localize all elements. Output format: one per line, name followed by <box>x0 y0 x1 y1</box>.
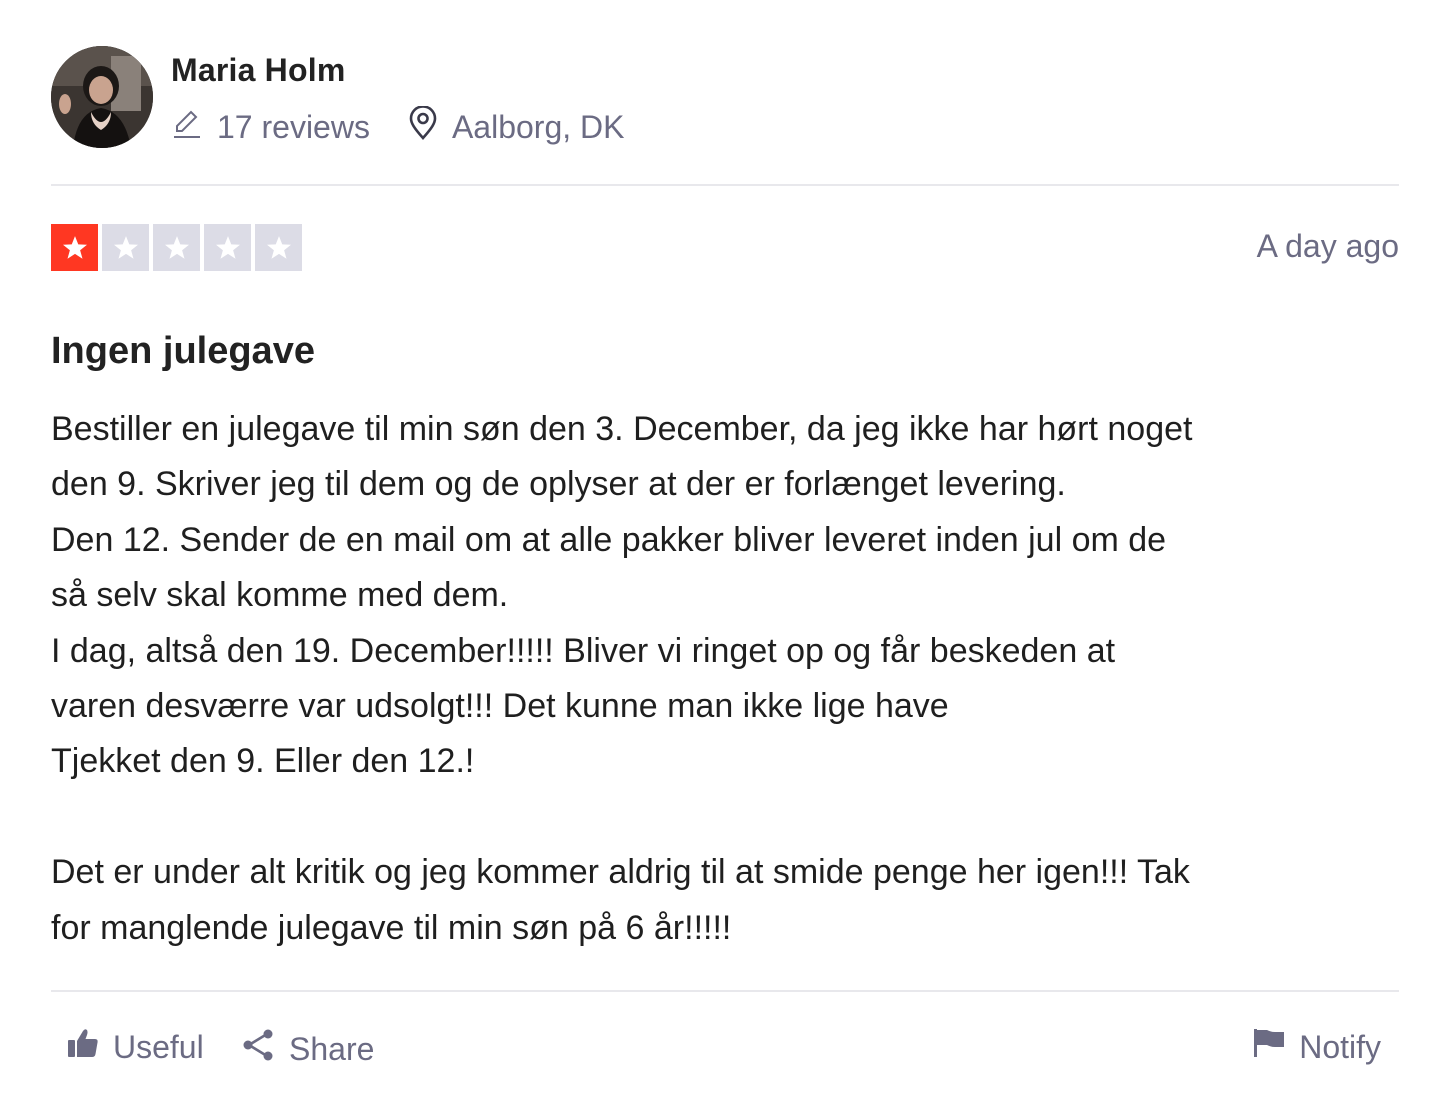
share-label: Share <box>289 1030 375 1067</box>
star-empty <box>204 224 251 271</box>
reviewer-header: Maria Holm 17 reviews Aalborg, DK <box>51 46 1399 150</box>
pencil-icon <box>171 107 203 147</box>
review-actions: Useful Share Notify <box>51 1028 1399 1078</box>
star-filled <box>51 224 98 271</box>
star-icon <box>266 235 291 259</box>
thumbs-up-icon <box>67 1028 99 1066</box>
header-divider <box>51 184 1399 186</box>
star-icon <box>164 235 189 259</box>
star-empty <box>255 224 302 271</box>
star-empty <box>153 224 200 271</box>
review-title[interactable]: Ingen julegave <box>51 330 315 373</box>
location-label: Aalborg, DK <box>451 108 625 145</box>
star-rating <box>51 224 306 271</box>
avatar[interactable] <box>51 46 153 148</box>
useful-label: Useful <box>113 1028 204 1065</box>
star-empty <box>102 224 149 271</box>
review-body: Bestiller en julegave til min søn den 3.… <box>51 410 1193 947</box>
share-button[interactable]: Share <box>241 1028 374 1070</box>
reviews-count-label: 17 reviews <box>217 108 370 145</box>
flag-icon <box>1253 1028 1285 1066</box>
actions-divider <box>51 990 1399 992</box>
review-date: A day ago <box>1256 228 1399 264</box>
star-icon <box>215 235 240 259</box>
location-pin-icon <box>408 105 438 148</box>
reviewer-location: Aalborg, DK <box>408 105 625 148</box>
review-card: Maria Holm 17 reviews Aalborg, DK A day … <box>51 0 1399 1110</box>
star-icon <box>113 235 138 259</box>
useful-button[interactable]: Useful <box>67 1028 204 1066</box>
notify-button[interactable]: Notify <box>1253 1028 1381 1066</box>
star-icon <box>62 235 87 259</box>
notify-label: Notify <box>1299 1028 1381 1065</box>
share-icon <box>241 1028 275 1070</box>
reviewer-meta: 17 reviews Aalborg, DK <box>171 105 625 148</box>
reviewer-name[interactable]: Maria Holm <box>171 52 345 89</box>
reviews-count: 17 reviews <box>171 107 370 147</box>
